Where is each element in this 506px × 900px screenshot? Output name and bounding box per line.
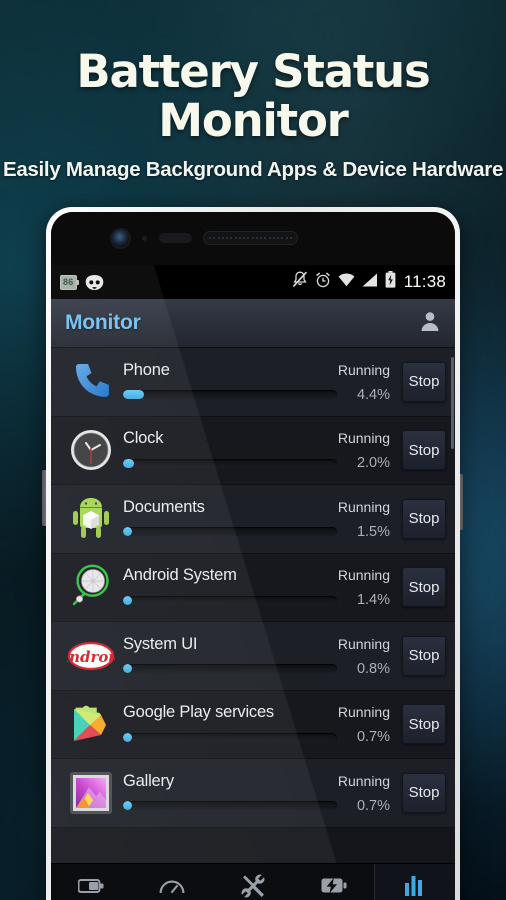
app-name: Android System — [123, 566, 237, 585]
app-row-body: Android System Running 1.4% — [119, 566, 396, 608]
usage-progress-bar — [123, 664, 337, 674]
battery-charging-icon — [385, 271, 396, 293]
bell-muted-icon — [292, 271, 308, 293]
list-scrollbar[interactable] — [451, 357, 454, 449]
status-badge: Running — [337, 498, 390, 515]
stop-button[interactable]: Stop — [402, 430, 446, 471]
app-row-body: Documents Running 1.5% — [119, 498, 396, 540]
stop-button[interactable]: Stop — [402, 361, 446, 402]
wifi-icon — [338, 273, 355, 292]
app-name: Google Play services — [123, 703, 274, 722]
front-camera-icon — [112, 230, 129, 247]
table-row[interactable]: Android System Running 1.4% Stop — [51, 553, 455, 622]
promo-header: Battery Status Monitor Easily Manage Bac… — [0, 45, 506, 182]
bottom-navigation-bar[interactable]: Battery Saver Toolbox Charge — [51, 863, 455, 900]
svg-text:Android: Android — [67, 648, 115, 666]
app-row-body: Gallery Running 0.7% — [119, 772, 396, 814]
user-avatar-icon[interactable] — [419, 310, 441, 337]
usage-percent: 2.0% — [356, 455, 390, 472]
nav-item-saver[interactable]: Saver — [132, 864, 213, 900]
stop-button[interactable]: Stop — [402, 635, 446, 676]
stop-button[interactable]: Stop — [402, 772, 446, 813]
app-row-body: System UI Running 0.8% — [119, 635, 396, 677]
usage-percent: 4.4% — [356, 386, 390, 403]
app-action-bar: Monitor — [51, 299, 455, 348]
app-name: Gallery — [123, 771, 174, 790]
android-documents-icon — [63, 491, 119, 547]
usage-percent: 0.7% — [356, 797, 390, 814]
usage-percent: 0.7% — [356, 729, 390, 746]
app-screen: 86 11:38 Monitor Phone Running 4.4% Stop… — [51, 265, 455, 900]
status-badge: Running — [337, 361, 390, 378]
usage-progress-bar — [123, 458, 337, 468]
table-row[interactable]: Gallery Running 0.7% Stop — [51, 759, 455, 828]
proximity-sensor-icon — [142, 236, 147, 241]
nav-item-charge[interactable]: Charge — [293, 864, 374, 900]
usage-progress-bar — [123, 732, 337, 742]
table-row[interactable]: Android System UI Running 0.8% Stop — [51, 622, 455, 691]
table-row[interactable]: Google Play services Running 0.7% Stop — [51, 690, 455, 759]
page-title: Monitor — [65, 311, 141, 334]
status-bar-clock: 11:38 — [403, 272, 446, 291]
android-kitkat-icon: Android — [63, 628, 119, 684]
app-name: System UI — [123, 634, 198, 653]
cell-signal-icon — [362, 273, 378, 292]
usage-percent: 0.8% — [356, 660, 390, 677]
nav-item-battery[interactable]: Battery — [51, 864, 132, 900]
usage-progress-bar — [123, 595, 337, 605]
usage-progress-bar — [123, 390, 337, 400]
app-row-body: Google Play services Running 0.7% — [119, 703, 396, 745]
status-badge: Running — [337, 772, 390, 789]
nav-item-toolbox[interactable]: Toolbox — [213, 864, 294, 900]
table-row[interactable]: Documents Running 1.5% Stop — [51, 485, 455, 554]
stop-button[interactable]: Stop — [402, 567, 446, 608]
phone-handset-icon — [63, 354, 119, 410]
usage-percent: 1.4% — [356, 592, 390, 609]
earpiece-speaker-icon — [203, 231, 298, 245]
status-badge: Running — [337, 704, 390, 721]
running-apps-list[interactable]: Phone Running 4.4% Stop Clock Running 2.… — [51, 348, 455, 828]
battery-percent-badge-icon: 86 — [60, 274, 79, 290]
status-badge: Running — [337, 635, 390, 652]
app-name: Clock — [123, 429, 164, 448]
phone-sensor-strip — [51, 212, 455, 265]
alarm-clock-icon — [315, 271, 331, 293]
stop-button[interactable]: Stop — [402, 704, 446, 745]
usage-percent: 1.5% — [356, 523, 390, 540]
table-row[interactable]: Phone Running 4.4% Stop — [51, 348, 455, 417]
stop-button[interactable]: Stop — [402, 498, 446, 539]
table-row[interactable]: Clock Running 2.0% Stop — [51, 416, 455, 485]
nav-item-monitor[interactable]: Monitor — [374, 864, 455, 900]
bar-chart-icon — [404, 875, 426, 897]
google-play-services-icon — [63, 696, 119, 752]
app-row-body: Clock Running 2.0% — [119, 429, 396, 471]
analog-clock-icon — [63, 422, 119, 478]
status-badge: Running — [337, 567, 390, 584]
app-name: Phone — [123, 360, 170, 379]
promo-subtitle: Easily Manage Background Apps & Device H… — [2, 158, 504, 182]
usage-progress-bar — [123, 801, 337, 811]
usage-progress-bar — [123, 527, 337, 537]
app-row-body: Phone Running 4.4% — [119, 361, 396, 403]
battery-icon — [78, 875, 104, 897]
phone-screen-bezel: 86 11:38 Monitor Phone Running 4.4% Stop… — [51, 212, 455, 900]
status-badge: Running — [337, 430, 390, 447]
light-sensor-icon — [159, 233, 192, 243]
promo-title: Battery Status Monitor — [76, 45, 430, 147]
app-name: Documents — [123, 497, 205, 516]
tools-icon — [241, 874, 265, 897]
phone-device-mockup: 86 11:38 Monitor Phone Running 4.4% Stop… — [46, 207, 460, 900]
android-system-icon — [63, 559, 119, 615]
charge-bolt-icon — [321, 875, 347, 897]
android-status-bar: 86 11:38 — [51, 265, 455, 299]
gauge-icon — [159, 875, 185, 897]
gallery-photo-icon — [63, 765, 119, 821]
cyanogenmod-head-icon — [85, 274, 104, 290]
